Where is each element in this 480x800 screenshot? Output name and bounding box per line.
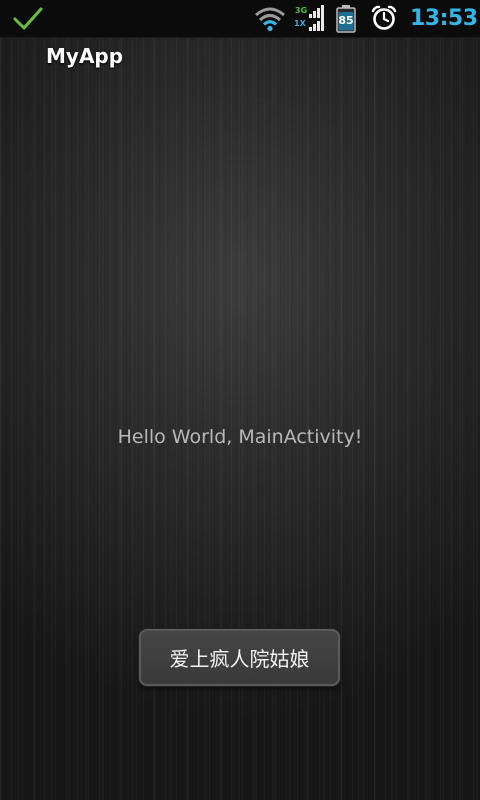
wifi-icon: [255, 7, 285, 32]
signal-indicator: 3G 1X: [292, 5, 324, 33]
app-title: MyApp: [46, 44, 124, 68]
toast-message: 爱上疯人院姑娘: [139, 629, 340, 686]
alarm-clock-icon: [371, 5, 397, 30]
status-bar[interactable]: 3G 1X 85 13:53: [0, 0, 480, 38]
hello-message: Hello World, MainActivity!: [117, 426, 363, 448]
check-icon: [13, 7, 43, 30]
signal-icon: [309, 5, 324, 31]
battery-level: 85: [338, 14, 354, 27]
app-title-bar: MyApp: [0, 38, 480, 78]
app-screen: 3G 1X 85 13:53 MyApp Hello World, MainAc…: [0, 0, 480, 800]
status-clock: 13:53: [410, 6, 478, 31]
battery-icon: 85: [335, 5, 357, 33]
